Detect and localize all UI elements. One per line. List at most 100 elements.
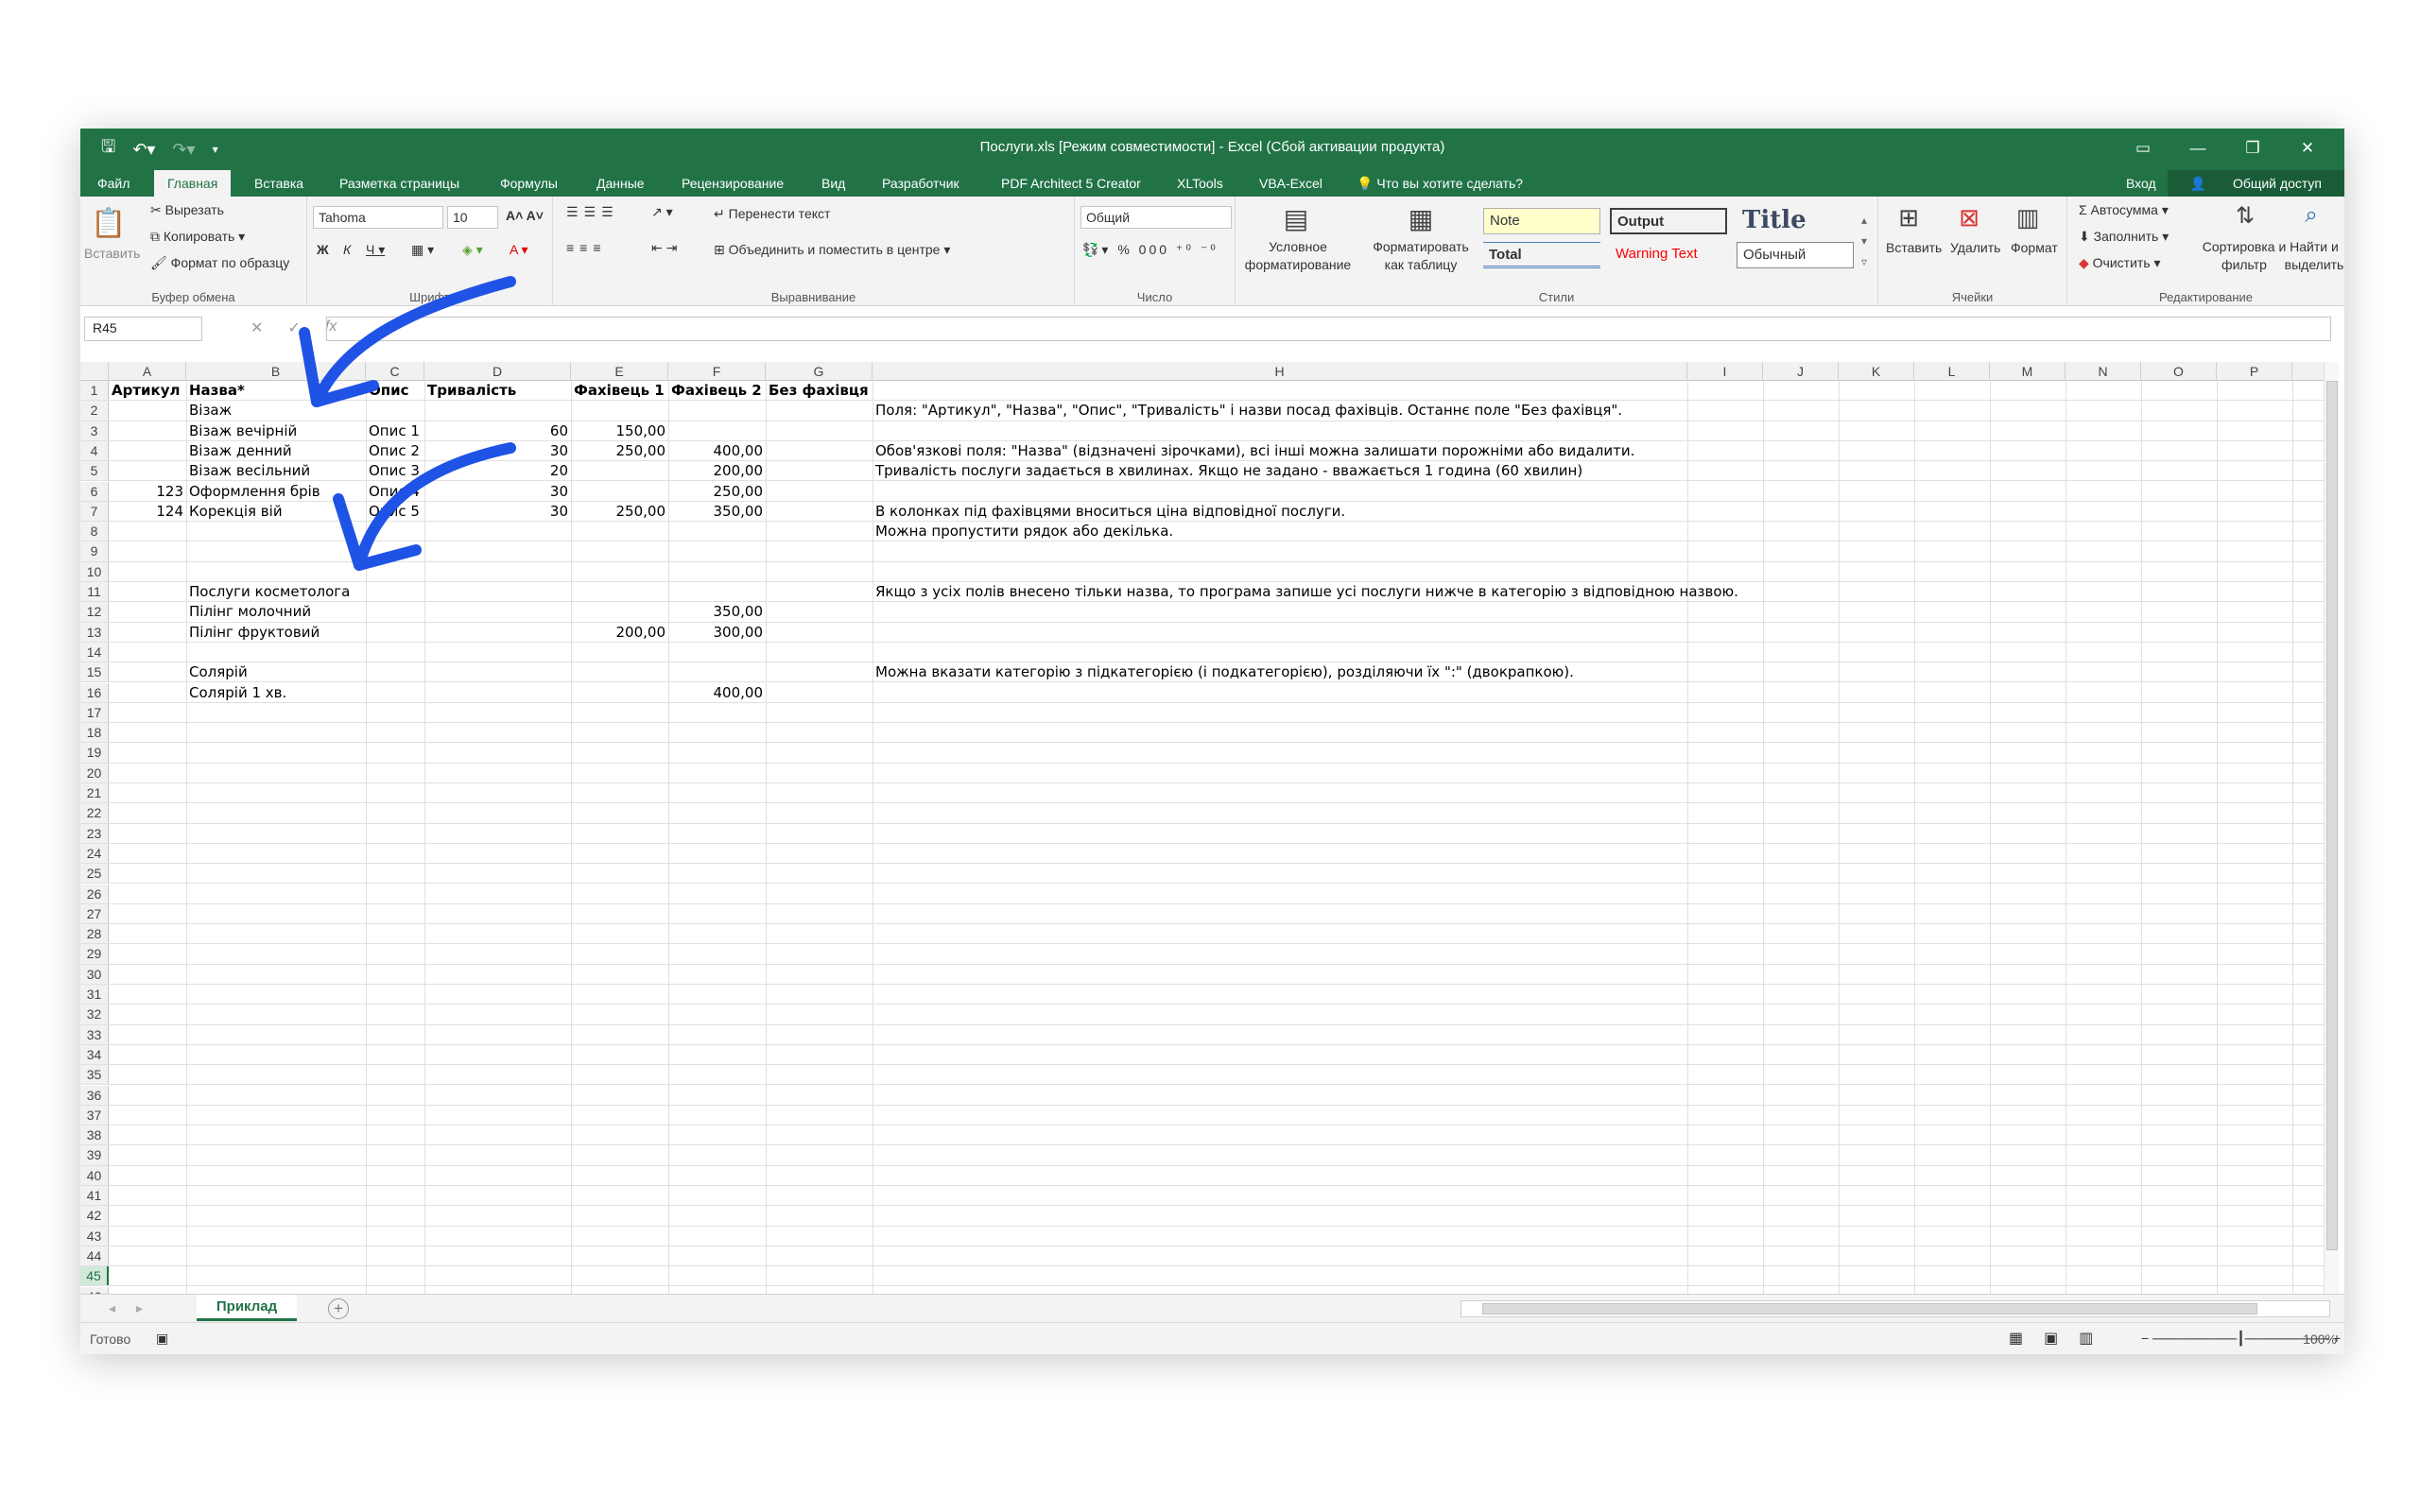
row-header[interactable]: 40 <box>80 1165 109 1185</box>
paste-button[interactable]: Вставить <box>84 246 140 261</box>
merge-center-button[interactable]: ⊞ Объединить и поместить в центре ▾ <box>714 242 950 258</box>
vertical-scrollbar[interactable] <box>2324 362 2339 1294</box>
underline-icon[interactable]: Ч ▾ <box>366 242 385 258</box>
tab-page-layout[interactable]: Разметка страницы <box>326 170 473 197</box>
cell-c5[interactable]: Опис 3 <box>366 461 424 480</box>
column-header-h[interactable]: H <box>873 362 1687 381</box>
format-as-table-icon[interactable]: ▦ <box>1402 200 1440 236</box>
column-header-i[interactable]: I <box>1687 362 1763 381</box>
cell-b6[interactable]: Оформлення брів <box>186 482 366 501</box>
cell-b15[interactable]: Солярій <box>186 662 366 681</box>
style-total[interactable]: Total <box>1483 242 1600 268</box>
column-header-d[interactable]: D <box>424 362 571 381</box>
cell-h5[interactable]: Тривалість послуги задається в хвилинах.… <box>873 461 1687 480</box>
cell-f1[interactable]: Фахівець 2 <box>668 381 766 400</box>
cell-c7[interactable]: Опис 5 <box>366 502 424 521</box>
cell-b3[interactable]: Візаж вечірній <box>186 421 366 440</box>
cell-h4[interactable]: Обов'язкові поля: "Назва" (відзначені зі… <box>873 441 1687 460</box>
row-header[interactable]: 25 <box>80 864 109 884</box>
horizontal-scrollbar[interactable] <box>1461 1300 2330 1317</box>
row-header[interactable]: 33 <box>80 1024 109 1044</box>
ribbon-display-icon[interactable]: ▭ <box>2116 134 2170 163</box>
clear-button[interactable]: ◆ Очистить ▾ <box>2079 255 2161 271</box>
enter-icon[interactable]: ✓ <box>287 318 300 337</box>
row-header[interactable]: 1 <box>80 381 109 401</box>
column-header-j[interactable]: J <box>1763 362 1839 381</box>
cell-f5[interactable]: 200,00 <box>668 461 766 480</box>
worksheet-grid[interactable]: ABCDEFGHIJKLMNOP 1 Артикул Назва* Опис Трива… <box>80 362 2325 1294</box>
column-header-m[interactable]: M <box>1990 362 2066 381</box>
indent-icons[interactable]: ⇤⇥ <box>651 240 681 256</box>
cell-f13[interactable]: 300,00 <box>668 623 766 642</box>
row-header[interactable]: 4 <box>80 440 109 461</box>
cell-h8[interactable]: Можна пропустити рядок або декілька. <box>873 522 1687 541</box>
row-header[interactable]: 31 <box>80 985 109 1005</box>
row-header[interactable]: 14 <box>80 642 109 662</box>
font-name-select[interactable]: Tahoma <box>313 206 443 229</box>
number-format-icons[interactable]: 💱▾ % 000 ⁺⁰ ⁻⁰ <box>1082 242 1219 258</box>
cell-c3[interactable]: Опис 1 <box>366 421 424 440</box>
style-warning[interactable]: Warning Text <box>1610 242 1727 268</box>
row-header[interactable]: 7 <box>80 501 109 522</box>
cell-b1[interactable]: Назва* <box>186 381 366 400</box>
cell-f6[interactable]: 250,00 <box>668 482 766 501</box>
column-header-a[interactable]: A <box>109 362 186 381</box>
restore-icon[interactable]: ❐ <box>2225 134 2280 163</box>
close-icon[interactable]: ✕ <box>2280 134 2335 163</box>
row-header[interactable]: 35 <box>80 1065 109 1085</box>
tab-developer[interactable]: Разработчик <box>869 170 973 197</box>
horizontal-align-icons[interactable]: ≡≡≡ <box>566 240 607 255</box>
cell-b5[interactable]: Візаж весільний <box>186 461 366 480</box>
paste-icon[interactable]: 📋 <box>88 204 130 242</box>
cell-d6[interactable]: 30 <box>424 482 571 501</box>
cell-b13[interactable]: Пілінг фруктовий <box>186 623 366 642</box>
row-header[interactable]: 24 <box>80 843 109 864</box>
cell-d3[interactable]: 60 <box>424 421 571 440</box>
format-painter-button[interactable]: 🖌 Формат по образцу <box>150 255 289 271</box>
tab-formulas[interactable]: Формулы <box>487 170 571 197</box>
orientation-icon[interactable]: ↗ ▾ <box>651 204 673 220</box>
cell-d7[interactable]: 30 <box>424 502 571 521</box>
row-header[interactable]: 6 <box>80 481 109 501</box>
cell-b2[interactable]: Візаж <box>186 401 366 420</box>
number-format-select[interactable]: Общий <box>1080 206 1232 229</box>
sheet-tab[interactable]: Приклад <box>197 1295 297 1321</box>
cell-h2[interactable]: Поля: "Артикул", "Назва", "Опис", "Трива… <box>873 401 1687 420</box>
find-select-button[interactable]: Найти и выделить <box>2283 238 2344 274</box>
sort-filter-icon[interactable]: ⇅ <box>2228 198 2262 232</box>
tab-pdf-architect[interactable]: PDF Architect 5 Creator <box>988 170 1154 197</box>
cell-h11[interactable]: Якщо з усіх полів внесено тільки назва, … <box>873 582 1738 601</box>
cell-b4[interactable]: Візаж денний <box>186 441 366 460</box>
styles-scroll-icon[interactable]: ▴ ▾ ▿ <box>1861 210 1867 272</box>
copy-button[interactable]: ⧉ Копировать ▾ <box>150 229 245 245</box>
tab-vba-excel[interactable]: VBA-Excel <box>1246 170 1336 197</box>
row-header[interactable]: 2 <box>80 401 109 421</box>
tab-insert[interactable]: Вставка <box>241 170 317 197</box>
row-header[interactable]: 30 <box>80 964 109 984</box>
row-header[interactable]: 27 <box>80 903 109 924</box>
fill-color-icon[interactable]: ◈ ▾ <box>462 242 483 258</box>
row-header[interactable]: 15 <box>80 662 109 682</box>
cell-g1[interactable]: Без фахівця <box>766 381 873 400</box>
format-cells-icon[interactable]: ▥ <box>2011 200 2045 234</box>
row-header[interactable]: 10 <box>80 561 109 581</box>
row-header[interactable]: 26 <box>80 884 109 903</box>
cancel-icon[interactable]: ✕ <box>251 318 263 337</box>
row-header[interactable]: 20 <box>80 763 109 782</box>
view-mode-icons[interactable]: ▦▣▥ <box>2009 1329 2114 1348</box>
column-header-f[interactable]: F <box>668 362 766 381</box>
cell-f4[interactable]: 400,00 <box>668 441 766 460</box>
tab-review[interactable]: Рецензирование <box>668 170 797 197</box>
cell-d4[interactable]: 30 <box>424 441 571 460</box>
borders-icon[interactable]: ▦ ▾ <box>411 242 434 258</box>
formula-input[interactable] <box>326 317 2331 341</box>
cell-f16[interactable]: 400,00 <box>668 683 766 702</box>
row-header[interactable]: 5 <box>80 461 109 481</box>
font-size-select[interactable]: 10 <box>447 206 498 229</box>
cell-d1[interactable]: Тривалість <box>424 381 571 400</box>
cell-e13[interactable]: 200,00 <box>571 623 668 642</box>
row-header[interactable]: 21 <box>80 783 109 803</box>
row-header[interactable]: 13 <box>80 622 109 642</box>
row-header[interactable]: 19 <box>80 743 109 763</box>
fill-button[interactable]: ⬇ Заполнить ▾ <box>2079 229 2169 245</box>
